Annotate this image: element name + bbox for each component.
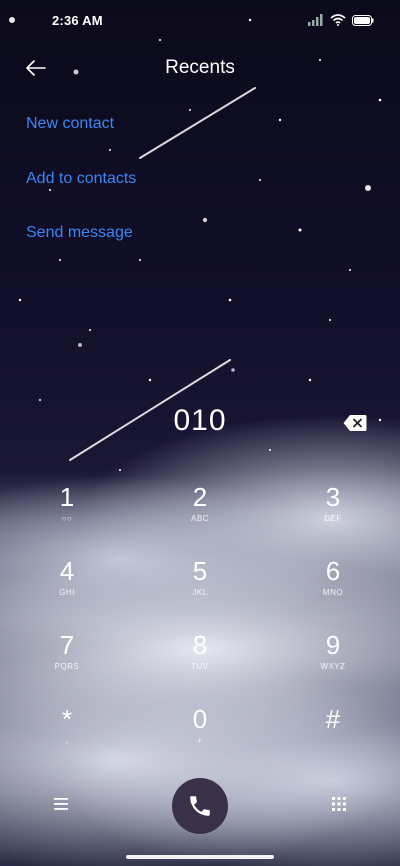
header: Recents (0, 50, 400, 86)
status-bar: 2:36 AM (0, 0, 400, 44)
key-letters: DEF (324, 514, 342, 523)
backspace-icon[interactable] (343, 414, 367, 432)
key-letters: PQRS (54, 662, 80, 671)
key-letters: + (197, 736, 203, 745)
key-digit: 6 (325, 556, 341, 586)
new-contact-link[interactable]: New contact (26, 115, 114, 133)
key-1[interactable]: 1 ○○ (22, 482, 112, 542)
signal-icon (308, 14, 323, 26)
key-4[interactable]: 4 GHI (22, 556, 112, 616)
key-digit: 3 (325, 482, 341, 512)
key-letters: TUV (191, 662, 209, 671)
key-digit: 0 (192, 704, 208, 734)
key-digit: 1 (59, 482, 75, 512)
page-title: Recents (165, 57, 235, 78)
key-6[interactable]: 6 MNO (288, 556, 378, 616)
key-digit: 2 (192, 482, 208, 512)
phone-icon (190, 796, 210, 816)
key-digit: 8 (192, 630, 208, 660)
key-letters: MNO (322, 588, 344, 597)
key-digit: * (61, 704, 73, 734)
dialed-number: 010 (173, 404, 227, 437)
key-letters: , (65, 736, 69, 745)
dialer-screen: 2:36 AM Recents New contact Add to conta… (0, 0, 400, 866)
key-digit: 4 (59, 556, 75, 586)
keypad-grid-icon[interactable] (331, 796, 347, 812)
key-star[interactable]: * , (22, 704, 112, 764)
wifi-icon (330, 14, 346, 26)
key-letters: JKL (192, 588, 208, 597)
voicemail-icon: ○○ (61, 514, 73, 523)
key-digit: 5 (192, 556, 208, 586)
key-0[interactable]: 0 + (155, 704, 245, 764)
key-3[interactable]: 3 DEF (288, 482, 378, 542)
status-time: 2:36 AM (52, 13, 103, 28)
call-button[interactable] (172, 778, 228, 834)
key-digit: # (325, 704, 341, 734)
send-message-link[interactable]: Send message (26, 224, 133, 242)
key-9[interactable]: 9 WXYZ (288, 630, 378, 690)
key-2[interactable]: 2 ABC (155, 482, 245, 542)
key-5[interactable]: 5 JKL (155, 556, 245, 616)
key-letters: GHI (59, 588, 75, 597)
key-digit: 7 (59, 630, 75, 660)
home-indicator[interactable] (126, 855, 274, 859)
key-hash[interactable]: # (288, 704, 378, 764)
add-to-contacts-link[interactable]: Add to contacts (26, 170, 136, 188)
key-letters: ABC (191, 514, 209, 523)
hamburger-icon[interactable] (52, 796, 72, 812)
status-icons (308, 14, 374, 26)
key-letters: WXYZ (320, 662, 346, 671)
battery-icon (352, 14, 374, 26)
key-digit: 9 (325, 630, 341, 660)
key-7[interactable]: 7 PQRS (22, 630, 112, 690)
key-8[interactable]: 8 TUV (155, 630, 245, 690)
